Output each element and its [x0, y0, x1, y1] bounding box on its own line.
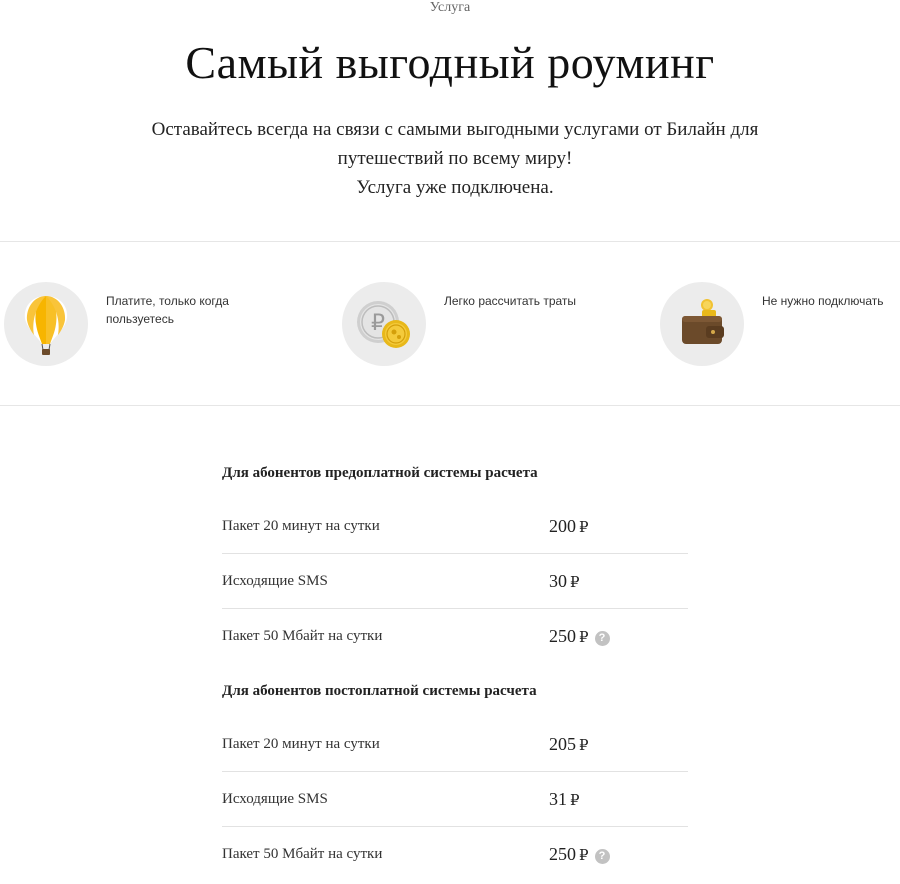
postpaid-section-title: Для абонентов постоплатной системы расче… — [222, 683, 537, 699]
wallet-icon — [660, 282, 744, 366]
tariff-row-label: Исходящие SMS — [222, 573, 328, 589]
tariff-row-label: Пакет 20 минут на сутки — [222, 736, 380, 752]
currency-sign: ₽ — [579, 738, 589, 754]
service-eyebrow: Услуга — [429, 0, 471, 15]
tariff-row-price: 200 ₽ — [549, 499, 589, 556]
tariff-row-label: Исходящие SMS — [222, 791, 328, 807]
price-value: 205 — [549, 734, 576, 754]
currency-sign: ₽ — [579, 848, 589, 864]
tariff-row-price: 250 ₽? — [549, 609, 610, 666]
tariff-row-label: Пакет 20 минут на сутки — [222, 518, 380, 534]
tariff-row-price: 30 ₽ — [549, 554, 580, 611]
page-subtitle: Оставайтесь всегда на связи с самыми выг… — [100, 115, 810, 202]
subtitle-line: Услуга уже подключена. — [356, 177, 554, 198]
price-value: 31 — [549, 789, 567, 809]
tariff-row-price: 250 ₽? — [549, 827, 610, 884]
feature-text: Легко рассчитать траты — [444, 294, 577, 308]
section-divider — [0, 405, 900, 406]
tariff-row: Пакет 20 минут на сутки 205 ₽ — [222, 717, 688, 772]
tariff-row: Пакет 50 Мбайт на сутки 250 ₽? — [222, 609, 688, 664]
currency-sign: ₽ — [570, 793, 580, 809]
price-value: 250 — [549, 626, 576, 646]
help-icon[interactable]: ? — [594, 631, 610, 646]
prepaid-section-title: Для абонентов предоплатной системы расче… — [222, 465, 538, 481]
currency-sign: ₽ — [570, 575, 580, 591]
tariff-row: Пакет 20 минут на сутки 200 ₽ — [222, 499, 688, 554]
coins-icon: ₽ — [342, 282, 426, 366]
tariff-row: Пакет 50 Мбайт на сутки 250 ₽? — [222, 827, 688, 882]
tariff-row-label: Пакет 50 Мбайт на сутки — [222, 628, 383, 644]
help-icon[interactable]: ? — [594, 849, 610, 864]
tariff-row: Исходящие SMS 31 ₽ — [222, 772, 688, 827]
currency-sign: ₽ — [579, 520, 589, 536]
section-divider — [0, 241, 900, 242]
tariff-row: Исходящие SMS 30 ₽ — [222, 554, 688, 609]
price-value: 30 — [549, 571, 567, 591]
price-value: 250 — [549, 844, 576, 864]
feature-text: Не нужно подключать — [762, 294, 884, 308]
subtitle-line: путешествий по всему миру! — [337, 148, 573, 169]
hot-air-balloon-icon — [4, 282, 88, 366]
tariff-row-price: 205 ₽ — [549, 717, 589, 774]
currency-sign: ₽ — [579, 630, 589, 646]
subtitle-line: Оставайтесь всегда на связи с самыми выг… — [151, 119, 759, 140]
feature-text: Платите, только когда пользуетесь — [106, 294, 229, 326]
tariff-row-label: Пакет 50 Мбайт на сутки — [222, 846, 383, 862]
page-title: Самый выгодный роуминг — [185, 37, 715, 88]
tariff-row-price: 31 ₽ — [549, 772, 580, 829]
price-value: 200 — [549, 516, 576, 536]
